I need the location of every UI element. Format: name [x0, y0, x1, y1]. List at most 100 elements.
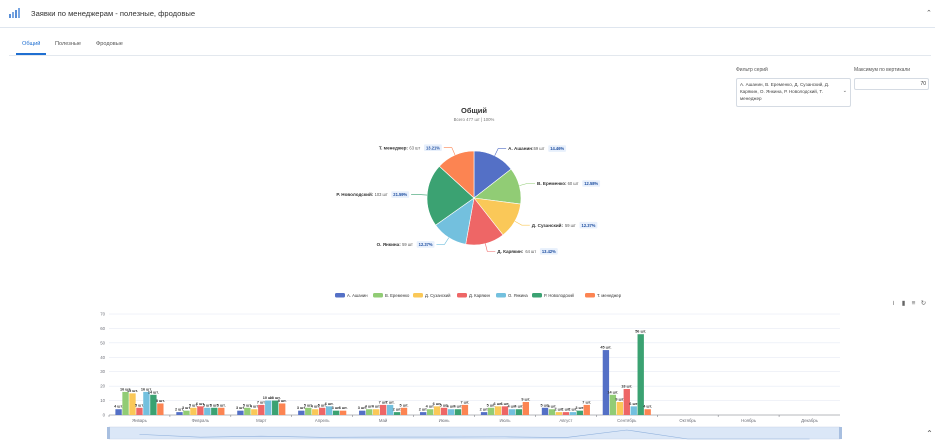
bar [461, 404, 469, 415]
bar-value-label: 5 шт. [217, 403, 226, 407]
bar [602, 350, 610, 415]
bar [278, 403, 286, 415]
bar [541, 407, 549, 415]
pie-label-percent: 12.37% [419, 242, 433, 247]
bar [332, 410, 340, 415]
bar [508, 409, 516, 415]
x-tick-label: Февраль [192, 418, 210, 423]
bar [372, 409, 380, 415]
x-tick-label: Июнь [439, 418, 451, 423]
bar-value-label: 7 шт. [460, 400, 469, 404]
bar [218, 407, 225, 415]
pie-title: Общий [461, 106, 487, 115]
bar-value-label: 4 шт. [372, 405, 381, 409]
y-tick-label: 70 [100, 312, 105, 317]
bar [487, 407, 495, 415]
bar [616, 402, 624, 415]
bar-value-label: 14 шт. [148, 390, 159, 394]
bar [569, 412, 577, 415]
bar-value-label: 8 шт. [278, 399, 287, 403]
bar-value-label: 5 шт. [400, 403, 409, 407]
pie-label-value: 64 шт [525, 249, 536, 254]
pie-label-percent: 13.42% [542, 249, 556, 254]
bar [244, 407, 251, 415]
bar [319, 407, 326, 415]
bar-value-label: 3 шт. [339, 406, 348, 410]
legend-swatch [335, 293, 345, 298]
legend-label: Р. Новолодский [544, 293, 575, 298]
bar [258, 404, 265, 415]
pie-label-percent: 14.46% [550, 146, 564, 151]
bar [298, 410, 305, 415]
y-tick-label: 40 [100, 355, 105, 360]
data-zoom-handle-right[interactable] [839, 427, 842, 439]
pie-label-value: 59 шт [565, 223, 576, 228]
bar [393, 412, 401, 415]
bar [359, 410, 366, 415]
bar [211, 407, 218, 415]
bar-value-label: 2 шт. [393, 408, 402, 412]
bar [251, 409, 258, 415]
legend-swatch [585, 293, 595, 298]
bar-value-label: 7 шт. [582, 400, 591, 404]
bar [522, 402, 530, 415]
legend-swatch [457, 293, 467, 298]
pie-label-name: Д. Карякин: [497, 249, 524, 254]
x-tick-label: Декабрь [801, 418, 819, 423]
bar-value-label: 4 шт. [454, 405, 463, 409]
legend-swatch [373, 293, 383, 298]
y-tick-label: 60 [100, 326, 105, 331]
pie-label-percent: 12.37% [582, 223, 596, 228]
bar [494, 406, 502, 415]
data-zoom-handle-left[interactable] [107, 427, 110, 439]
bar-value-label: 45 шт. [600, 346, 611, 350]
y-tick-label: 20 [100, 384, 105, 389]
pie-label-line [411, 194, 428, 196]
legend-swatch [413, 293, 423, 298]
pie-label-line [514, 220, 530, 226]
bar-value-label: 3 шт. [575, 406, 584, 410]
pie-label-line [519, 183, 536, 186]
bar [157, 403, 164, 415]
bar [515, 409, 523, 415]
bar-value-label: 4 шт. [250, 405, 259, 409]
pie-label-percent: 12.58% [584, 181, 598, 186]
bar-chart: А. Ашанин В. Еременко Д. Сузанский Д. Каряк… [100, 293, 842, 440]
x-tick-label: Октябрь [679, 418, 696, 423]
pie-label-name: Д. Сузанский: [532, 222, 564, 228]
pie-chart: Общий Всего 477 шт | 100% А. Ашанин: 69 шт… [336, 106, 601, 255]
bar [637, 334, 644, 415]
pie-label-name: Т. менеджер: [379, 145, 409, 150]
legend-label: В. Еременко [385, 293, 410, 298]
pie-label-value: 103 шт [375, 192, 388, 197]
bar [630, 406, 637, 415]
pie-label-name: А. Ашанин: [508, 146, 534, 151]
bar-value-label: 14 шт. [607, 390, 618, 394]
bar [204, 407, 211, 415]
pie-label-line [494, 148, 507, 156]
pie-label-value: 63 шт [409, 145, 420, 150]
bar [555, 412, 563, 415]
pie-label-name: О. Янкина: [377, 242, 402, 247]
legend-label: О. Янкина [508, 293, 528, 298]
bar [176, 412, 183, 415]
x-tick-label: Июль [499, 418, 511, 423]
legend-label: Т. менеджер [597, 293, 622, 298]
bar-value-label: 7 шт. [386, 400, 395, 404]
bar [312, 409, 319, 415]
bar [237, 410, 244, 415]
bar [115, 409, 122, 415]
bar [562, 412, 570, 415]
bar [136, 407, 143, 415]
bar [305, 407, 312, 415]
bar-value-label: 4 шт. [643, 405, 652, 409]
pie-label-line [485, 243, 496, 252]
double-chevron-up-icon[interactable]: ⌃ [924, 429, 935, 440]
bar [454, 409, 462, 415]
y-tick-label: 10 [100, 398, 105, 403]
x-tick-label: Ноябрь [741, 418, 757, 423]
pie-label-value: 69 шт [534, 146, 545, 151]
x-tick-label: Август [559, 418, 572, 423]
pie-label-line [436, 237, 450, 245]
bar-value-label: 4 шт. [514, 405, 523, 409]
